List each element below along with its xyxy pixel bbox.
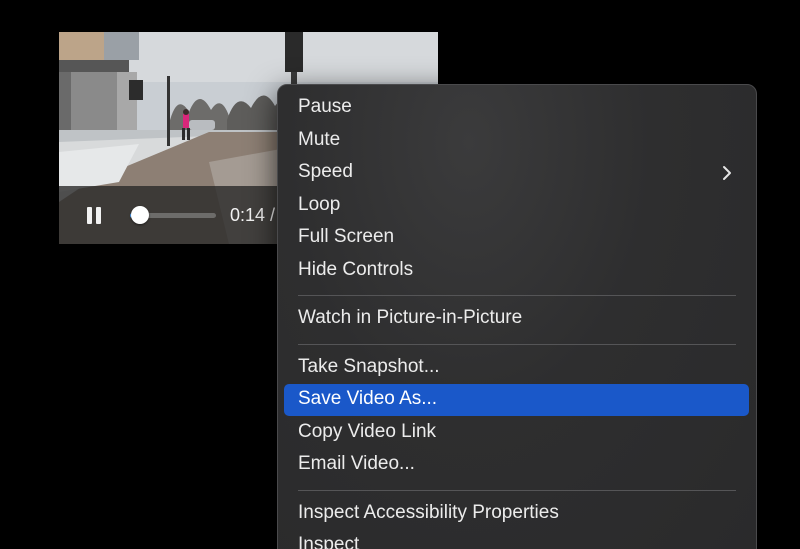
menu-item-full-screen[interactable]: Full Screen	[284, 222, 749, 254]
chevron-right-icon	[723, 166, 731, 180]
menu-item-label: Copy Video Link	[298, 420, 437, 442]
menu-item-label: Mute	[298, 128, 341, 150]
menu-item-label: Full Screen	[298, 226, 395, 247]
pause-button[interactable]	[83, 205, 105, 227]
menu-item-label: Speed	[298, 161, 353, 182]
menu-item-pause[interactable]: Pause	[284, 92, 749, 124]
pause-icon	[87, 207, 92, 224]
menu-item-loop[interactable]: Loop	[284, 190, 749, 222]
menu-item-take-snapshot[interactable]: Take Snapshot...	[284, 352, 749, 384]
menu-separator	[298, 295, 736, 296]
menu-item-email-video[interactable]: Email Video...	[284, 449, 749, 481]
menu-separator	[298, 489, 736, 491]
menu-item-label: Loop	[298, 193, 341, 215]
menu-item-inspect[interactable]: Inspect	[284, 530, 749, 549]
menu-item-speed[interactable]: Speed	[284, 157, 749, 189]
menu-item-label: Pause	[298, 96, 352, 117]
time-display: 0:14 /	[230, 205, 276, 225]
menu-item-copy-video-link[interactable]: Copy Video Link	[284, 417, 749, 449]
menu-item-label: Inspect	[298, 534, 360, 549]
menu-item-label: Email Video...	[298, 453, 415, 474]
menu-item-label: Save Video As...	[298, 388, 438, 409]
timeline-scrubber[interactable]	[130, 206, 216, 224]
context-menu: Pause Mute Speed Loop Full Screen Hide Contro…	[277, 84, 757, 549]
menu-item-label: Take Snapshot...	[298, 355, 440, 377]
menu-separator	[298, 343, 736, 345]
menu-item-save-video-as[interactable]: Save Video As...	[284, 384, 749, 416]
scrubber-knob[interactable]	[131, 206, 150, 224]
screen: 0:14 / Pause Mute Speed Loop Full Screen Hide…	[0, 0, 800, 549]
menu-item-watch-in-picture-in-picture[interactable]: Watch in Picture-in-Picture	[284, 303, 749, 335]
menu-item-hide-controls[interactable]: Hide Controls	[284, 255, 749, 287]
menu-item-inspect-accessibility-properties[interactable]: Inspect Accessibility Properties	[284, 498, 749, 530]
menu-item-label: Hide Controls	[298, 258, 414, 280]
menu-item-label: Watch in Picture-in-Picture	[298, 307, 523, 328]
menu-item-label: Inspect Accessibility Properties	[298, 501, 559, 523]
menu-item-mute[interactable]: Mute	[284, 125, 749, 157]
